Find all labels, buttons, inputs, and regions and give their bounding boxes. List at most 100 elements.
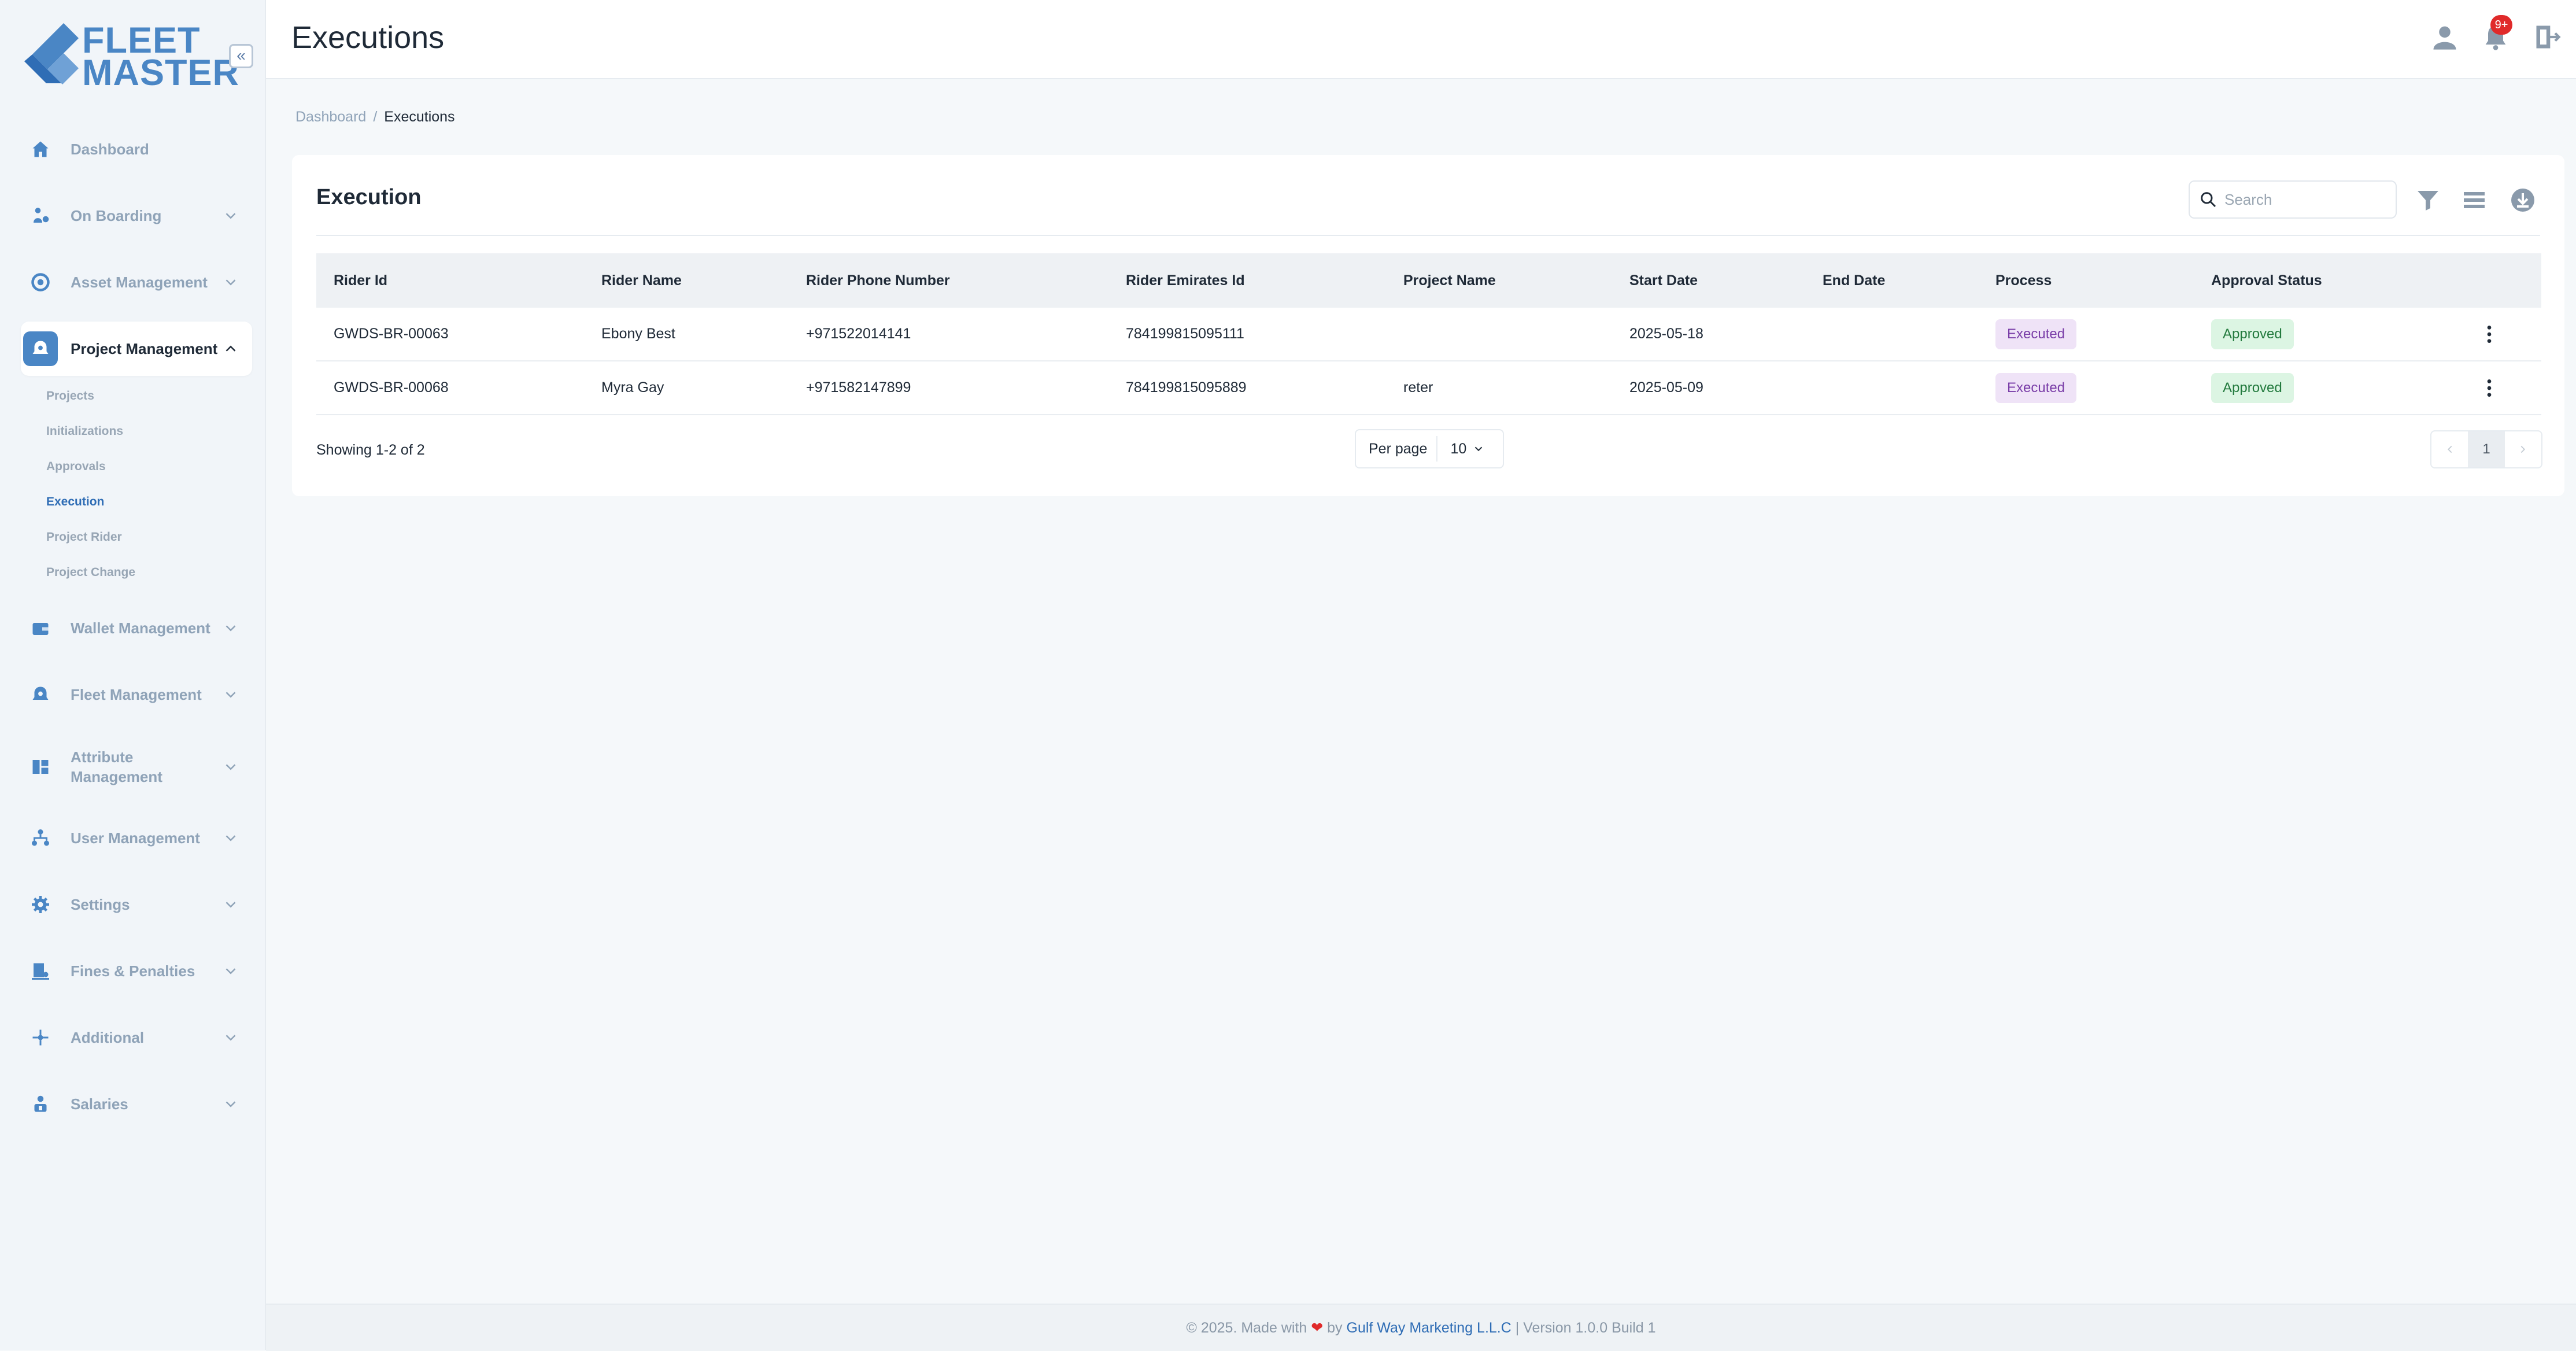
chevron-down-icon (226, 1101, 236, 1108)
footer-version: | Version 1.0.0 Build 1 (1515, 1320, 1656, 1336)
actions-cell (2460, 308, 2541, 361)
page-number-button[interactable]: 1 (2468, 431, 2505, 467)
emirates-id-cell: 784199815095111 (1108, 308, 1386, 361)
column-header[interactable]: Rider Id (316, 253, 584, 308)
page-title: Executions (291, 20, 445, 55)
process-cell: Executed (1978, 308, 2194, 361)
chevron-down-icon (1475, 446, 1483, 452)
additional-icon (23, 1020, 58, 1055)
start-date-cell: 2025-05-18 (1612, 308, 1805, 361)
table-row[interactable]: GWDS-BR-00063 Ebony Best +971522014141 7… (316, 308, 2541, 361)
sidebar-item-asset-management[interactable]: Asset Management (21, 255, 252, 309)
sidebar-item-dashboard[interactable]: Dashboard (21, 122, 252, 176)
actions-column-header (2460, 253, 2541, 308)
logo-text: FLEET MASTER (82, 20, 239, 91)
sidebar-item-user-management[interactable]: User Management (21, 811, 252, 865)
more-vertical-icon[interactable] (2478, 323, 2501, 346)
sidebar-item-label: Attribute Management (71, 748, 162, 785)
sidebar: FLEET MASTER « Dashboard On Boarding Ass… (0, 0, 266, 1350)
end-date-cell (1805, 361, 1978, 415)
project-icon (23, 331, 58, 366)
column-header[interactable]: Rider Name (584, 253, 789, 308)
column-header[interactable]: End Date (1805, 253, 1978, 308)
home-icon (23, 132, 58, 167)
per-page-select[interactable]: Per page 10 (1355, 429, 1504, 468)
chevron-down-icon (226, 835, 236, 841)
rider-id-cell: GWDS-BR-00068 (316, 361, 584, 415)
search-input[interactable] (2223, 190, 2387, 209)
sidebar-subitem-initializations[interactable]: Initializations (46, 425, 123, 438)
logo: FLEET MASTER (23, 20, 239, 95)
emirates-id-cell: 784199815095889 (1108, 361, 1386, 415)
sidebar-item-project-management[interactable]: Project Management (21, 322, 252, 376)
column-header[interactable]: Rider Phone Number (789, 253, 1108, 308)
end-date-cell (1805, 308, 1978, 361)
footer: © 2025. Made with ❤ by Gulf Way Marketin… (266, 1304, 2576, 1351)
sidebar-subitem-projects[interactable]: Projects (46, 389, 94, 403)
columns-menu-icon[interactable] (2460, 186, 2488, 214)
notification-badge: 9+ (2490, 15, 2512, 35)
logout-icon[interactable] (2533, 22, 2563, 52)
user-profile-icon[interactable] (2430, 22, 2460, 52)
sidebar-item-additional[interactable]: Additional (21, 1010, 252, 1065)
sidebar-item-label: Wallet Management (71, 619, 210, 637)
sidebar-item-settings[interactable]: Settings (21, 877, 252, 932)
footer-prefix: © 2025. Made with (1186, 1320, 1307, 1336)
chevron-down-icon (226, 692, 236, 698)
sidebar-item-fleet-management[interactable]: Fleet Management (21, 667, 252, 722)
company-link[interactable]: Gulf Way Marketing L.L.C (1347, 1320, 1511, 1336)
phone-cell: +971582147899 (789, 361, 1108, 415)
gear-icon (23, 887, 58, 922)
table-row[interactable]: GWDS-BR-00068 Myra Gay +971582147899 784… (316, 361, 2541, 415)
sidebar-item-label: Asset Management (71, 274, 208, 291)
breadcrumb-dashboard-link[interactable]: Dashboard (295, 109, 366, 125)
sidebar-subitem-approvals[interactable]: Approvals (46, 460, 106, 474)
column-header[interactable]: Project Name (1386, 253, 1612, 308)
top-header: Executions (266, 0, 2576, 79)
sidebar-collapse-button[interactable]: « (229, 44, 253, 68)
card-divider (316, 235, 2540, 236)
chevron-down-icon (226, 902, 236, 908)
column-header[interactable]: Process (1978, 253, 2194, 308)
sidebar-subitem-project-rider[interactable]: Project Rider (46, 530, 122, 544)
approval-cell: Approved (2194, 308, 2460, 361)
more-vertical-icon[interactable] (2478, 376, 2501, 400)
execution-card: Execution Rider Id Rider Name Rider Phon… (292, 155, 2564, 496)
breadcrumb-current: Executions (384, 109, 455, 125)
sidebar-item-attribute-management[interactable]: Attribute Management (21, 740, 252, 794)
column-header[interactable]: Start Date (1612, 253, 1805, 308)
footer-by: by (1327, 1320, 1343, 1336)
chevron-right-icon (2520, 445, 2526, 453)
chevron-down-icon (226, 968, 236, 975)
sidebar-item-label: Dashboard (71, 141, 149, 158)
sidebar-subitem-execution[interactable]: Execution (46, 495, 104, 509)
download-icon[interactable] (2509, 186, 2537, 214)
approval-badge: Approved (2211, 372, 2294, 403)
start-date-cell: 2025-05-09 (1612, 361, 1805, 415)
sidebar-item-fines-penalties[interactable]: Fines & Penalties (21, 944, 252, 998)
logo-line-1: FLEET (82, 20, 201, 61)
salaries-icon (23, 1087, 58, 1121)
sidebar-subitem-project-change[interactable]: Project Change (46, 566, 135, 579)
sidebar-item-salaries[interactable]: Salaries (21, 1077, 252, 1131)
chevron-down-icon (226, 625, 236, 632)
search-box (2189, 180, 2397, 219)
attribute-icon (23, 750, 58, 784)
prev-page-button[interactable] (2431, 431, 2468, 467)
pagination: 1 (2430, 430, 2542, 468)
sidebar-item-label: Settings (71, 896, 130, 913)
per-page-label: Per page (1369, 440, 1428, 457)
approval-badge: Approved (2211, 319, 2294, 349)
search-icon (2201, 192, 2216, 208)
column-header[interactable]: Rider Emirates Id (1108, 253, 1386, 308)
next-page-button[interactable] (2505, 431, 2541, 467)
filter-icon[interactable] (2414, 186, 2442, 214)
actions-cell (2460, 361, 2541, 415)
project-name-cell: reter (1386, 361, 1612, 415)
breadcrumb: Dashboard / Executions (295, 109, 455, 125)
process-badge: Executed (1995, 372, 2077, 403)
rider-id-cell: GWDS-BR-00063 (316, 308, 584, 361)
sidebar-item-wallet-management[interactable]: Wallet Management (21, 601, 252, 655)
sidebar-item-on-boarding[interactable]: On Boarding (21, 189, 252, 243)
column-header[interactable]: Approval Status (2194, 253, 2460, 308)
